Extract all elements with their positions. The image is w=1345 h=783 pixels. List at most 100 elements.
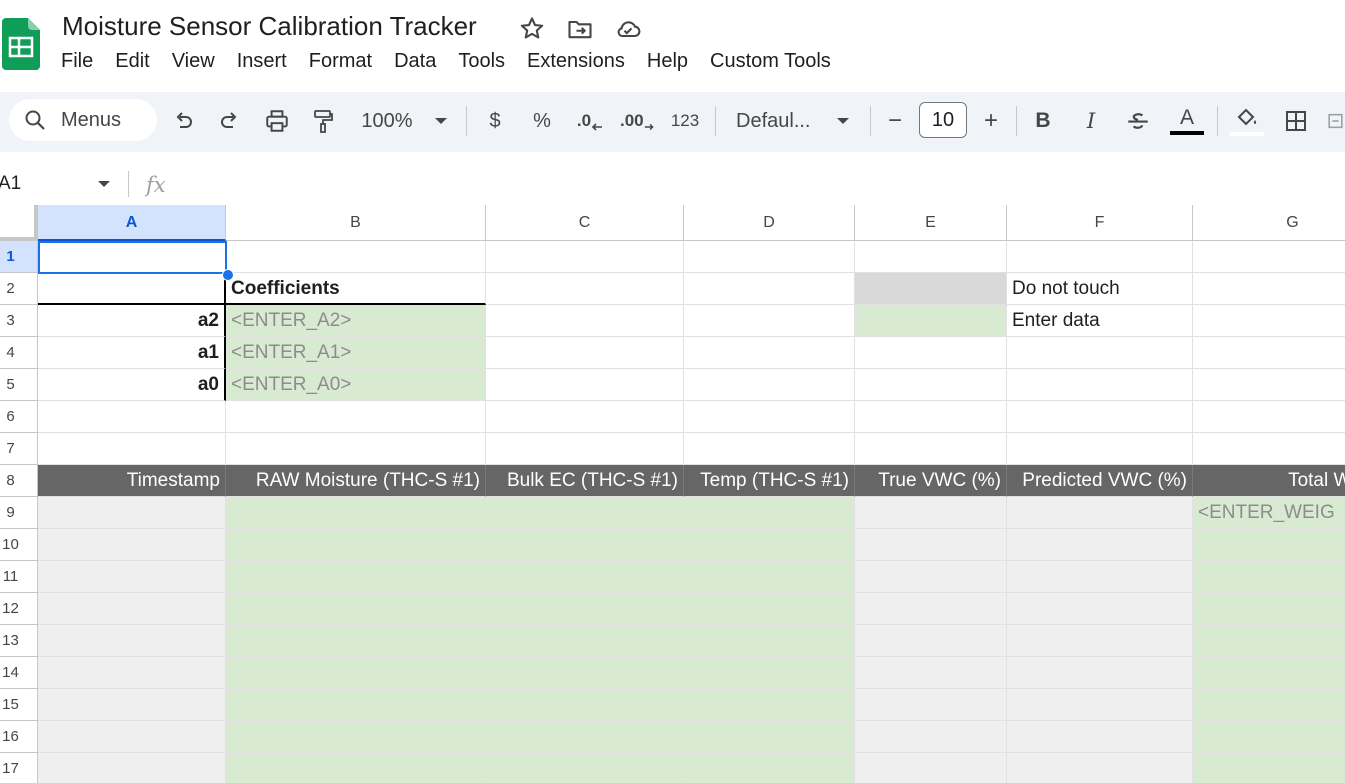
merge-cells-button[interactable] — [1326, 104, 1345, 138]
cell-a14[interactable] — [38, 657, 226, 689]
cell-a9[interactable] — [38, 497, 226, 529]
cell-e3[interactable] — [855, 305, 1007, 337]
column-header-f[interactable]: F — [1007, 205, 1193, 241]
cell-b5[interactable]: <ENTER_A0> — [226, 369, 486, 401]
cell-b6[interactable] — [226, 401, 486, 433]
cell-c2[interactable] — [486, 273, 684, 305]
number-format-button[interactable]: 123 — [668, 104, 702, 138]
menu-file[interactable]: File — [50, 48, 104, 76]
menu-view[interactable]: View — [161, 48, 226, 76]
zoom-select[interactable]: 100% — [356, 104, 418, 138]
name-box[interactable]: A1 — [0, 173, 21, 195]
cell-f8[interactable]: Predicted VWC (%) — [1007, 465, 1193, 497]
cell-b13[interactable] — [226, 625, 486, 657]
cell-e2[interactable] — [855, 273, 1007, 305]
increase-font-size-button[interactable]: + — [980, 104, 1002, 138]
cell-a8[interactable]: Timestamp — [38, 465, 226, 497]
decrease-decimal-button[interactable]: .0 — [574, 104, 606, 138]
cell-g2[interactable] — [1193, 273, 1345, 305]
cell-b2[interactable]: Coefficients — [226, 273, 486, 305]
row-header-5[interactable]: 5 — [0, 369, 38, 401]
cell-e15[interactable] — [855, 689, 1007, 721]
cell-g7[interactable] — [1193, 433, 1345, 465]
document-title[interactable]: Moisture Sensor Calibration Tracker — [62, 11, 477, 42]
cell-d9[interactable] — [684, 497, 855, 529]
row-header-4[interactable]: 4 — [0, 337, 38, 369]
cell-g13[interactable] — [1193, 625, 1345, 657]
cell-c14[interactable] — [486, 657, 684, 689]
cell-a4[interactable]: a1 — [38, 337, 226, 369]
row-header-11[interactable]: 11 — [0, 561, 38, 593]
cell-b11[interactable] — [226, 561, 486, 593]
cell-e17[interactable] — [855, 753, 1007, 783]
cell-d11[interactable] — [684, 561, 855, 593]
fill-color-button[interactable] — [1230, 104, 1264, 138]
menu-format[interactable]: Format — [298, 48, 383, 76]
cell-a15[interactable] — [38, 689, 226, 721]
cell-g10[interactable] — [1193, 529, 1345, 561]
column-header-c[interactable]: C — [486, 205, 684, 241]
cell-g4[interactable] — [1193, 337, 1345, 369]
cell-c11[interactable] — [486, 561, 684, 593]
redo-button[interactable] — [217, 104, 243, 138]
cell-d14[interactable] — [684, 657, 855, 689]
percent-format-button[interactable]: % — [530, 104, 554, 138]
cell-d17[interactable] — [684, 753, 855, 783]
cell-f9[interactable] — [1007, 497, 1193, 529]
cell-d2[interactable] — [684, 273, 855, 305]
cell-g12[interactable] — [1193, 593, 1345, 625]
menu-edit[interactable]: Edit — [104, 48, 160, 76]
cell-f1[interactable] — [1007, 241, 1193, 273]
cell-a16[interactable] — [38, 721, 226, 753]
cell-d13[interactable] — [684, 625, 855, 657]
menu-search-button[interactable]: Menus — [9, 99, 157, 141]
cell-a2[interactable] — [38, 273, 226, 305]
row-header-7[interactable]: 7 — [0, 433, 38, 465]
cell-c17[interactable] — [486, 753, 684, 783]
cell-d1[interactable] — [684, 241, 855, 273]
cell-g5[interactable] — [1193, 369, 1345, 401]
currency-format-button[interactable]: $ — [484, 104, 506, 138]
cell-c8[interactable]: Bulk EC (THC-S #1) — [486, 465, 684, 497]
menu-custom-tools[interactable]: Custom Tools — [699, 48, 842, 76]
cell-d12[interactable] — [684, 593, 855, 625]
italic-button[interactable]: I — [1080, 104, 1102, 138]
cell-b14[interactable] — [226, 657, 486, 689]
font-size-input[interactable]: 10 — [919, 102, 967, 138]
sheets-logo-icon[interactable] — [2, 18, 40, 70]
cell-a13[interactable] — [38, 625, 226, 657]
column-header-e[interactable]: E — [855, 205, 1007, 241]
row-header-2[interactable]: 2 — [0, 273, 38, 305]
cell-g3[interactable] — [1193, 305, 1345, 337]
cell-f4[interactable] — [1007, 337, 1193, 369]
borders-button[interactable] — [1282, 104, 1310, 138]
cell-a5[interactable]: a0 — [38, 369, 226, 401]
spreadsheet-grid[interactable]: A B C D E F G 1 2 Coefficients Do not touch 3 a2 <ENT… — [0, 205, 1345, 783]
cell-d6[interactable] — [684, 401, 855, 433]
cell-e14[interactable] — [855, 657, 1007, 689]
cell-a6[interactable] — [38, 401, 226, 433]
column-header-a[interactable]: A — [38, 205, 226, 241]
cell-b4[interactable]: <ENTER_A1> — [226, 337, 486, 369]
cell-e6[interactable] — [855, 401, 1007, 433]
star-icon[interactable] — [518, 15, 546, 43]
cell-f5[interactable] — [1007, 369, 1193, 401]
row-header-14[interactable]: 14 — [0, 657, 38, 689]
cell-b10[interactable] — [226, 529, 486, 561]
cell-e7[interactable] — [855, 433, 1007, 465]
undo-button[interactable] — [170, 104, 196, 138]
strikethrough-button[interactable] — [1124, 104, 1152, 138]
zoom-dropdown-button[interactable] — [430, 104, 452, 138]
cell-f16[interactable] — [1007, 721, 1193, 753]
move-folder-icon[interactable] — [566, 15, 594, 43]
print-button[interactable] — [263, 104, 291, 138]
increase-decimal-button[interactable]: .00 — [620, 104, 654, 138]
cell-c5[interactable] — [486, 369, 684, 401]
cell-b3[interactable]: <ENTER_A2> — [226, 305, 486, 337]
cell-b17[interactable] — [226, 753, 486, 783]
menu-extensions[interactable]: Extensions — [516, 48, 636, 76]
cell-a11[interactable] — [38, 561, 226, 593]
row-header-16[interactable]: 16 — [0, 721, 38, 753]
cell-e5[interactable] — [855, 369, 1007, 401]
cell-e13[interactable] — [855, 625, 1007, 657]
